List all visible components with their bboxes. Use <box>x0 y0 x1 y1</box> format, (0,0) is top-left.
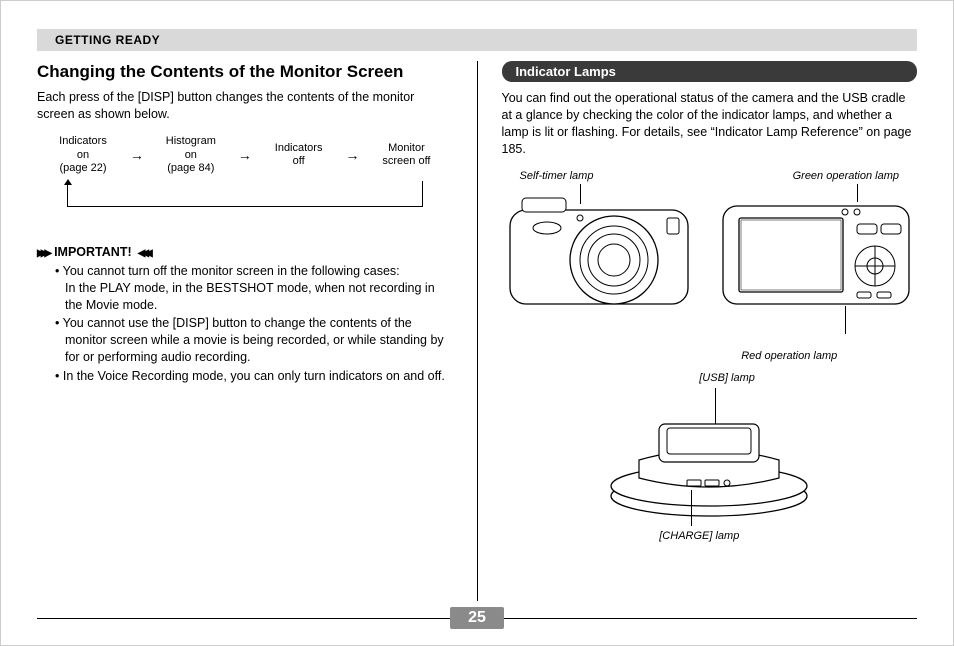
camera-front-svg <box>502 188 697 318</box>
two-column-layout: Changing the Contents of the Monitor Scr… <box>37 61 917 601</box>
top-labels-row: Self-timer lamp Green operation lamp <box>502 170 918 182</box>
page: GETTING READY Changing the Contents of t… <box>0 0 954 646</box>
charge-lamp-label: [CHARGE] lamp <box>659 530 739 542</box>
cradle-illustration-block: [USB] lamp [CHARGE] lamp <box>502 372 918 542</box>
footer-line <box>504 618 917 619</box>
flow-return-line <box>67 181 423 207</box>
left-heading: Changing the Contents of the Monitor Scr… <box>37 61 453 83</box>
leader-line <box>691 490 692 526</box>
indicator-lamps-heading: Indicator Lamps <box>502 61 918 82</box>
page-number: 25 <box>450 607 504 629</box>
section-header-bar: GETTING READY <box>37 29 917 51</box>
important-heading: IMPORTANT! <box>37 245 453 259</box>
left-intro: Each press of the [DISP] button changes … <box>37 89 453 123</box>
red-operation-lamp-label: Red operation lamp <box>502 350 918 362</box>
flow-item-histogram-on: Histogram on (page 84) <box>151 135 231 176</box>
important-item: In the Voice Recording mode, you can onl… <box>55 368 453 385</box>
triangle-left-icon <box>138 245 149 259</box>
important-item: You cannot use the [DISP] button to chan… <box>55 315 453 366</box>
important-list: You cannot turn off the monitor screen i… <box>37 263 453 385</box>
camera-back-svg <box>717 188 917 318</box>
leader-line <box>857 184 858 202</box>
page-footer: 25 <box>37 607 917 629</box>
flow-item-monitor-off: Monitor screen off <box>366 142 446 170</box>
flow-item-indicators-off: Indicators off <box>259 142 339 170</box>
arrow-right-icon: → <box>130 147 144 163</box>
important-label: IMPORTANT! <box>54 245 132 259</box>
self-timer-lamp-label: Self-timer lamp <box>520 170 594 182</box>
green-operation-lamp-label: Green operation lamp <box>793 170 899 182</box>
footer-line <box>37 618 450 619</box>
disp-flow-diagram: Indicators on (page 22) → Histogram on (… <box>37 135 453 225</box>
usb-lamp-label: [USB] lamp <box>699 372 755 384</box>
left-column: Changing the Contents of the Monitor Scr… <box>37 61 453 601</box>
usb-cradle-svg <box>599 400 819 520</box>
arrow-right-icon: → <box>238 147 252 163</box>
column-divider <box>477 61 478 601</box>
right-intro: You can find out the operational status … <box>502 90 918 158</box>
important-item: You cannot turn off the monitor screen i… <box>55 263 453 314</box>
camera-illustrations-row <box>502 188 918 318</box>
camera-front-illustration <box>502 188 697 318</box>
flow-item-indicators-on: Indicators on (page 22) <box>43 135 123 176</box>
camera-back-illustration <box>717 188 917 318</box>
leader-line <box>580 184 581 204</box>
leader-line <box>845 306 846 334</box>
arrow-right-icon: → <box>346 147 360 163</box>
right-column: Indicator Lamps You can find out the ope… <box>502 61 918 601</box>
section-header-text: GETTING READY <box>55 33 160 47</box>
triangle-right-icon <box>37 245 48 259</box>
